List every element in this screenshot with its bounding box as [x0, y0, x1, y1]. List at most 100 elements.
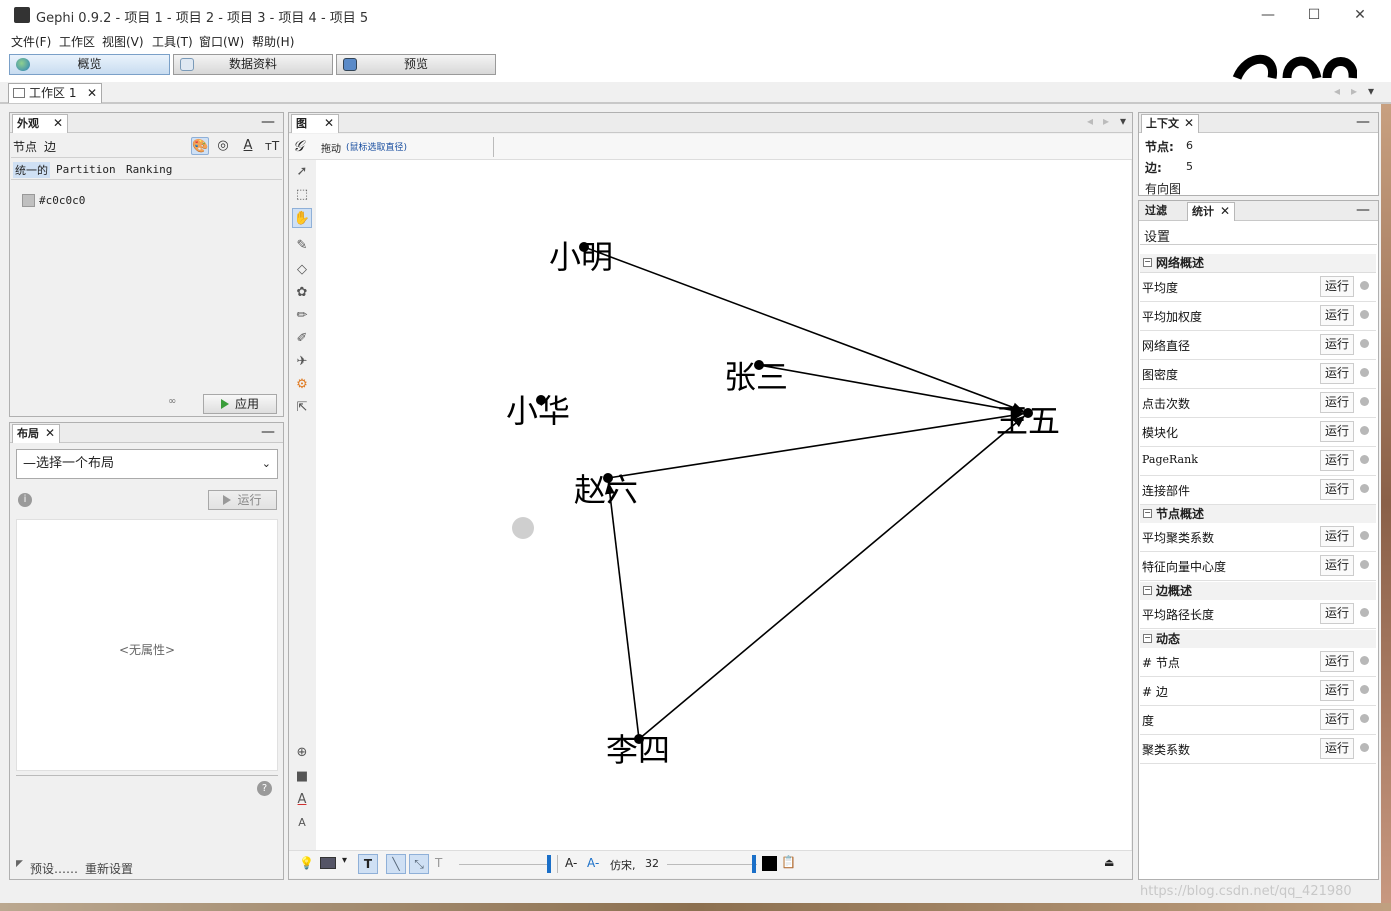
run-stat-button[interactable]: 运行: [1320, 680, 1354, 701]
stat-status-icon[interactable]: [1360, 310, 1369, 319]
collapse-toggle-icon[interactable]: −: [1143, 586, 1152, 595]
edge-scale-slider-thumb[interactable]: [547, 855, 551, 873]
maximize-button[interactable]: ☐: [1291, 0, 1337, 30]
stats-section-header[interactable]: − 节点概述: [1140, 505, 1376, 524]
font-increase-icon[interactable]: A-: [587, 856, 599, 870]
font-color-icon[interactable]: A: [292, 790, 312, 810]
menu-help[interactable]: 帮助(H): [252, 33, 294, 50]
screenshot-icon[interactable]: [320, 857, 336, 869]
collapse-toggle-icon[interactable]: −: [1143, 258, 1152, 267]
font-name[interactable]: 仿宋,: [610, 857, 636, 873]
stat-status-icon[interactable]: [1360, 455, 1369, 464]
font-decrease-icon[interactable]: A-: [565, 856, 577, 870]
run-stat-button[interactable]: 运行: [1320, 450, 1354, 471]
graph-svg[interactable]: 小明张三小华赵六李四王五: [316, 160, 1131, 850]
menu-window[interactable]: 窗口(W): [199, 33, 244, 50]
edge-color-icon[interactable]: ⤡: [409, 854, 429, 874]
menu-file[interactable]: 文件(F): [11, 33, 51, 50]
run-stat-button[interactable]: 运行: [1320, 392, 1354, 413]
info-icon[interactable]: i: [18, 493, 32, 507]
pencil-icon[interactable]: ✏: [292, 306, 312, 326]
apply-button[interactable]: 应用: [203, 394, 277, 414]
stat-status-icon[interactable]: [1360, 397, 1369, 406]
run-stat-button[interactable]: 运行: [1320, 276, 1354, 297]
graph-tab[interactable]: 图 ✕: [291, 114, 339, 133]
color-swatch[interactable]: [22, 194, 35, 207]
edge-xiaoming-wangwu[interactable]: [583, 246, 1025, 413]
font-size-icon[interactable]: A: [292, 813, 312, 833]
layout-tab-close-icon[interactable]: ✕: [45, 425, 55, 442]
edge-zhangsan-wangwu[interactable]: [758, 364, 1025, 416]
run-stat-button[interactable]: 运行: [1320, 479, 1354, 500]
run-layout-button[interactable]: 运行: [208, 490, 277, 510]
settings-button[interactable]: 设置: [1144, 226, 1170, 245]
layout-tab[interactable]: 布局 ✕: [12, 424, 60, 443]
link-icon[interactable]: ∞: [168, 396, 176, 407]
lightbulb-icon[interactable]: 💡: [299, 856, 314, 870]
stat-status-icon[interactable]: [1360, 714, 1369, 723]
data-lab-mode-button[interactable]: 数据资料: [173, 54, 333, 75]
run-stat-button[interactable]: 运行: [1320, 738, 1354, 759]
stat-status-icon[interactable]: [1360, 743, 1369, 752]
edges-subtab[interactable]: 边: [44, 138, 56, 155]
run-stat-button[interactable]: 运行: [1320, 305, 1354, 326]
run-stat-button[interactable]: 运行: [1320, 363, 1354, 384]
menu-tools[interactable]: 工具(T): [152, 33, 193, 50]
stat-status-icon[interactable]: [1360, 560, 1369, 569]
collapse-toggle-icon[interactable]: −: [1143, 509, 1152, 518]
screenshot-dropdown-icon[interactable]: ▾: [342, 855, 347, 866]
drag-hand-icon[interactable]: ✋: [292, 208, 312, 228]
tab-list-dropdown-icon[interactable]: ▾: [1368, 84, 1374, 98]
overview-mode-button[interactable]: 概览: [9, 54, 170, 75]
menu-workspace[interactable]: 工作区: [59, 33, 95, 50]
edge-line-icon[interactable]: ╲: [386, 854, 406, 874]
stat-status-icon[interactable]: [1360, 685, 1369, 694]
workspace-tab[interactable]: 工作区 1 ✕: [8, 83, 102, 103]
label-color-swatch[interactable]: [762, 856, 777, 871]
menu-view[interactable]: 视图(V): [102, 33, 144, 50]
node-lisi[interactable]: [634, 734, 644, 744]
font-size-value[interactable]: 32: [645, 857, 659, 870]
reset-button[interactable]: 重新设置: [85, 860, 133, 877]
rectangle-select-icon[interactable]: ⬚: [292, 185, 312, 205]
stat-status-icon[interactable]: [1360, 339, 1369, 348]
stat-status-icon[interactable]: [1360, 531, 1369, 540]
highlighter-icon[interactable]: ✐: [292, 329, 312, 349]
gear-icon[interactable]: ⚙: [292, 375, 312, 395]
ranking-mode-tab[interactable]: Ranking: [126, 163, 172, 176]
layout-minimize-icon[interactable]: —: [261, 423, 275, 441]
size-icon[interactable]: ◎: [214, 137, 232, 155]
help-icon[interactable]: ?: [257, 781, 272, 796]
close-button[interactable]: ✕: [1337, 0, 1383, 30]
presets-button[interactable]: 预设……: [30, 860, 78, 877]
stat-status-icon[interactable]: [1360, 656, 1369, 665]
stat-status-icon[interactable]: [1360, 281, 1369, 290]
label-scale-slider-track[interactable]: [667, 864, 757, 865]
minimize-button[interactable]: —: [1245, 0, 1291, 30]
brush-icon[interactable]: ✎: [292, 236, 312, 256]
collapse-toggle-icon[interactable]: −: [1143, 634, 1152, 643]
label-size-icon[interactable]: тT: [263, 137, 281, 155]
label-scale-slider-thumb[interactable]: [752, 855, 756, 873]
unique-mode-tab[interactable]: 统一的: [13, 162, 50, 178]
node-zhangsan[interactable]: [754, 360, 764, 370]
graph-list-dropdown-icon[interactable]: ▾: [1120, 114, 1126, 128]
color-palette-icon[interactable]: 🎨: [191, 137, 209, 155]
stat-status-icon[interactable]: [1360, 608, 1369, 617]
run-stat-button[interactable]: 运行: [1320, 651, 1354, 672]
context-minimize-icon[interactable]: —: [1356, 113, 1370, 131]
graph-scroll-right-icon[interactable]: ▸: [1103, 114, 1109, 128]
node-wangwu[interactable]: [1023, 408, 1033, 418]
layout-select[interactable]: —选择一个布局 ⌄: [16, 449, 278, 479]
help-cursor-icon[interactable]: ⇱: [292, 398, 312, 418]
color-picker-icon[interactable]: ✿: [292, 283, 312, 303]
run-stat-button[interactable]: 运行: [1320, 709, 1354, 730]
workspace-tab-close-icon[interactable]: ✕: [87, 84, 97, 103]
appearance-minimize-icon[interactable]: —: [261, 113, 275, 131]
preview-mode-button[interactable]: 预览: [336, 54, 496, 75]
filter-tab[interactable]: 过滤: [1141, 202, 1185, 221]
statistics-minimize-icon[interactable]: —: [1356, 201, 1370, 219]
node-xiaohua[interactable]: [536, 395, 546, 405]
show-labels-icon[interactable]: T: [358, 854, 378, 874]
partition-mode-tab[interactable]: Partition: [56, 163, 116, 176]
